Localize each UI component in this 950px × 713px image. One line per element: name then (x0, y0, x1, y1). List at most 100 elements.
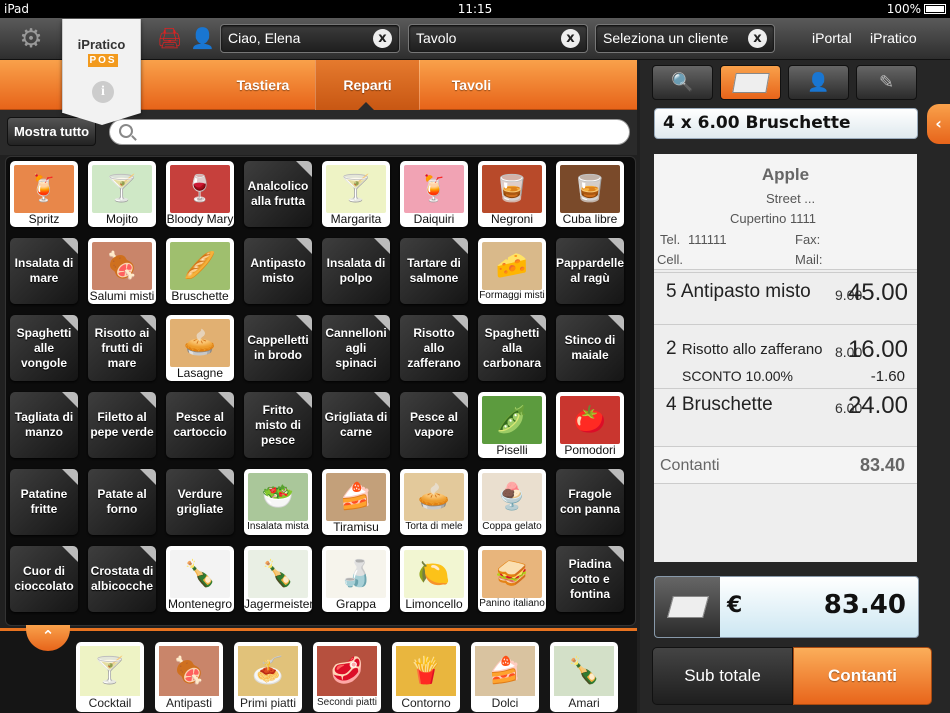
clear-table-icon[interactable]: x (561, 29, 580, 48)
product-label: Risotto ai frutti di mare (94, 325, 150, 370)
tab-tavoli[interactable]: Tavoli (419, 60, 523, 110)
product-tile[interactable]: 🍶 Grappa (322, 546, 390, 612)
iportal-link[interactable]: iPortal (812, 30, 852, 46)
product-tile[interactable]: Risotto allo zafferano (400, 315, 468, 381)
edit-receipt-button[interactable]: ✎ (856, 65, 917, 100)
product-tile[interactable]: Fritto misto di pesce (244, 392, 312, 458)
product-tile[interactable]: Antipasto misto (244, 238, 312, 304)
search-input[interactable] (140, 122, 620, 142)
product-tile[interactable]: 🍨 Coppa gelato (478, 469, 546, 535)
category-tile[interactable]: 🥩 Secondi piatti (313, 642, 381, 712)
product-tile[interactable]: 🥗 Insalata mista (244, 469, 312, 535)
product-tile[interactable]: 🍾 Jagermeister (244, 546, 312, 612)
product-tile[interactable]: Fragole con panna (556, 469, 624, 535)
product-tile[interactable]: 🥖 Bruschette (166, 238, 234, 304)
user-icon[interactable]: 👤 (190, 26, 215, 50)
product-tile[interactable]: Cuor di cioccolato (10, 546, 78, 612)
product-label: Fragole con panna (559, 487, 620, 516)
product-tile[interactable]: Tagliata di manzo (10, 392, 78, 458)
product-photo-icon: 🍖 (92, 242, 152, 290)
waiter-field[interactable]: Ciao, Elena x (220, 24, 400, 53)
product-tile[interactable]: 🍹 Spritz (10, 161, 78, 227)
ipratico-link[interactable]: iPratico (870, 30, 917, 46)
product-tile[interactable]: Risotto ai frutti di mare (88, 315, 156, 381)
category-tile[interactable]: 🍾 Amari (550, 642, 618, 712)
search-box (109, 119, 630, 145)
product-tile[interactable]: 🍾 Montenegro (166, 546, 234, 612)
product-tile[interactable]: Crostata di albicocche (88, 546, 156, 612)
product-tile[interactable]: Spaghetti alla carbonara (478, 315, 546, 381)
product-tile[interactable]: 🫛 Piselli (478, 392, 546, 458)
category-photo-icon: 🍰 (475, 646, 535, 696)
product-tile[interactable]: Tartare di salmone (400, 238, 468, 304)
product-tile[interactable]: 🍅 Pomodori (556, 392, 624, 458)
product-search-button[interactable]: 🔍 (652, 65, 713, 100)
product-label: Mojito (105, 212, 138, 226)
category-tile[interactable]: 🍸 Cocktail (76, 642, 144, 712)
tab-tastiera[interactable]: Tastiera (211, 60, 315, 110)
sub-total-button[interactable]: Sub totale (652, 647, 793, 705)
category-tile[interactable]: 🍝 Primi piatti (234, 642, 302, 712)
product-tile[interactable]: 🍋 Limoncello (400, 546, 468, 612)
payment-total: 83.40 (859, 455, 905, 475)
product-label: Grappa (335, 597, 377, 611)
product-photo-icon: 🍅 (560, 396, 620, 444)
product-tile[interactable]: 🥪 Panino italiano (478, 546, 546, 612)
product-photo-icon: 🥃 (482, 165, 542, 213)
customer-receipt-button[interactable]: 👤 (788, 65, 849, 100)
product-tile[interactable]: Analcolico alla frutta (244, 161, 312, 227)
chevron-up-icon[interactable]: ⌃ (26, 625, 70, 651)
category-tile[interactable]: 🍟 Contorno (392, 642, 460, 712)
product-tile[interactable]: Filetto al pepe verde (88, 392, 156, 458)
product-photo-icon: 🧀 (482, 242, 542, 290)
category-tile[interactable]: 🍖 Antipasti (155, 642, 223, 712)
product-tile[interactable]: 🍸 Mojito (88, 161, 156, 227)
product-tile[interactable]: Spaghetti alle vongole (10, 315, 78, 381)
clear-customer-icon[interactable]: x (748, 29, 767, 48)
total-display: € 83.40 (654, 576, 919, 638)
clear-waiter-icon[interactable]: x (373, 29, 392, 48)
product-tile[interactable]: Verdure grigliate (166, 469, 234, 535)
tab-reparti[interactable]: Reparti (315, 60, 419, 111)
product-photo-icon: 🥪 (482, 550, 542, 598)
product-photo-icon: 🥗 (248, 473, 308, 521)
product-label: Risotto allo zafferano (407, 325, 461, 370)
product-tile[interactable]: Cannelloni agli spinaci (322, 315, 390, 381)
receipt-view-button[interactable] (720, 65, 781, 100)
product-tile[interactable]: Pesce al cartoccio (166, 392, 234, 458)
product-tile[interactable]: Insalata di polpo (322, 238, 390, 304)
product-tile[interactable]: 🥧 Lasagne (166, 315, 234, 381)
product-tile[interactable]: Patate al forno (88, 469, 156, 535)
info-icon[interactable]: i (92, 81, 114, 103)
customer-field[interactable]: Seleziona un cliente x (595, 24, 775, 53)
printer-icon[interactable]: 🖨 (157, 26, 182, 50)
logo-name: iPratico (77, 37, 126, 52)
chevron-left-icon[interactable]: ‹ (927, 104, 950, 144)
order-entry-field[interactable]: 4 x 6.00 Bruschette (654, 108, 918, 139)
product-tile[interactable]: 🍰 Tiramisu (322, 469, 390, 535)
cash-payment-button[interactable]: Contanti (793, 647, 932, 705)
product-tile[interactable]: 🍖 Salumi misti (88, 238, 156, 304)
product-tile[interactable]: Pappardelle al ragù (556, 238, 624, 304)
product-tile[interactable]: Patatine fritte (10, 469, 78, 535)
product-tile[interactable]: Grigliata di carne (322, 392, 390, 458)
magnifier-icon: 🔍 (671, 72, 694, 93)
product-tile[interactable]: Insalata di mare (10, 238, 78, 304)
product-tile[interactable]: 🥧 Torta di mele (400, 469, 468, 535)
product-tile[interactable]: 🍷 Bloody Mary (166, 161, 234, 227)
product-tile[interactable]: 🥃 Cuba libre (556, 161, 624, 227)
product-tile[interactable]: Pesce al vapore (400, 392, 468, 458)
product-tile[interactable]: 🍹 Daiquiri (400, 161, 468, 227)
product-label: Panino italiano (479, 598, 545, 609)
product-tile[interactable]: Piadina cotto e fontina (556, 546, 624, 612)
gear-icon[interactable]: ⚙ (17, 25, 45, 53)
product-tile[interactable]: Cappelletti in brodo (244, 315, 312, 381)
product-tile[interactable]: 🥃 Negroni (478, 161, 546, 227)
category-tile[interactable]: 🍰 Dolci (471, 642, 539, 712)
table-field[interactable]: Tavolo x (408, 24, 588, 53)
product-tile[interactable]: Stinco di maiale (556, 315, 624, 381)
product-photo-icon: 🍹 (14, 165, 74, 213)
product-tile[interactable]: 🧀 Formaggi misti (478, 238, 546, 304)
product-tile[interactable]: 🍸 Margarita (322, 161, 390, 227)
receipt-print-icon[interactable] (655, 577, 720, 637)
